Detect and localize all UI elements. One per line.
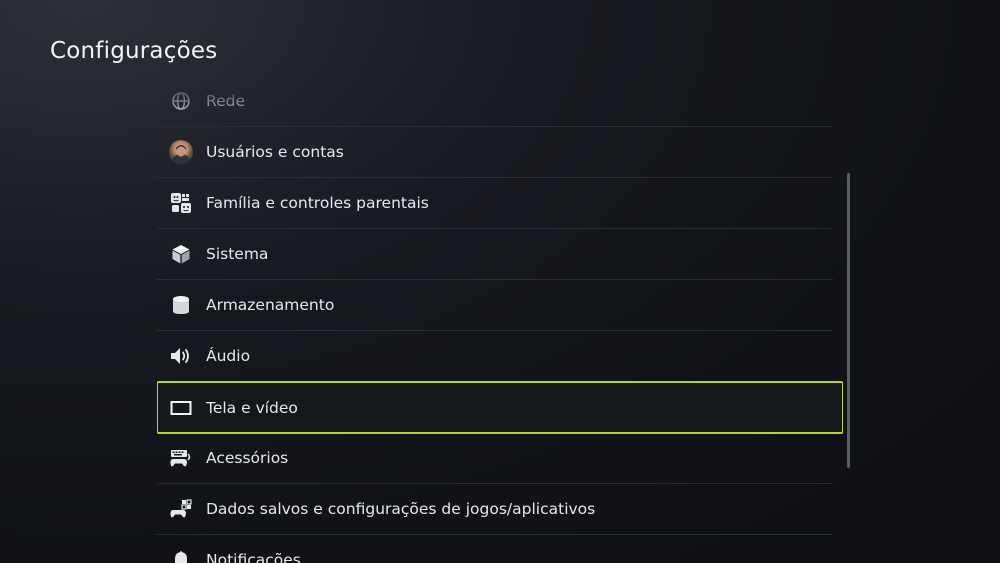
speaker-icon xyxy=(169,344,193,368)
menu-item-label: Armazenamento xyxy=(206,296,335,314)
menu-item-label: Sistema xyxy=(206,245,269,263)
system-cube-icon xyxy=(169,242,193,266)
menu-item-label: Dados salvos e configurações de jogos/ap… xyxy=(206,500,596,518)
menu-item-family-parental[interactable]: Família e controles parentais xyxy=(157,178,833,229)
network-globe-icon xyxy=(169,89,193,113)
display-icon xyxy=(169,396,193,420)
family-icon xyxy=(169,191,193,215)
menu-item-users-accounts[interactable]: Usuários e contas xyxy=(157,127,833,178)
menu-item-label: Tela e vídeo xyxy=(206,398,298,417)
settings-menu: Rede Usuários e contas Família e control… xyxy=(157,76,843,563)
menu-item-screen-video[interactable]: Tela e vídeo xyxy=(157,381,843,434)
menu-item-network[interactable]: Rede xyxy=(157,76,833,127)
menu-item-notifications[interactable]: Notificações xyxy=(157,535,833,563)
menu-item-accessories[interactable]: Acessórios xyxy=(157,433,833,484)
storage-icon xyxy=(169,293,193,317)
menu-item-label: Rede xyxy=(206,92,245,110)
menu-item-storage[interactable]: Armazenamento xyxy=(157,280,833,331)
menu-item-label: Áudio xyxy=(206,347,251,365)
bell-icon xyxy=(169,548,193,563)
menu-item-label: Família e controles parentais xyxy=(206,194,429,212)
page-title: Configurações xyxy=(50,38,218,64)
menu-item-label: Acessórios xyxy=(206,449,289,467)
menu-item-label: Notificações xyxy=(206,551,301,563)
menu-item-system[interactable]: Sistema xyxy=(157,229,833,280)
menu-item-audio[interactable]: Áudio xyxy=(157,331,833,382)
user-avatar xyxy=(169,140,193,164)
avatar xyxy=(169,140,193,164)
accessories-icon xyxy=(169,446,193,470)
menu-item-saved-data[interactable]: Dados salvos e configurações de jogos/ap… xyxy=(157,484,833,535)
saved-data-icon xyxy=(169,497,193,521)
scrollbar[interactable] xyxy=(847,173,850,468)
menu-item-label: Usuários e contas xyxy=(206,143,344,161)
